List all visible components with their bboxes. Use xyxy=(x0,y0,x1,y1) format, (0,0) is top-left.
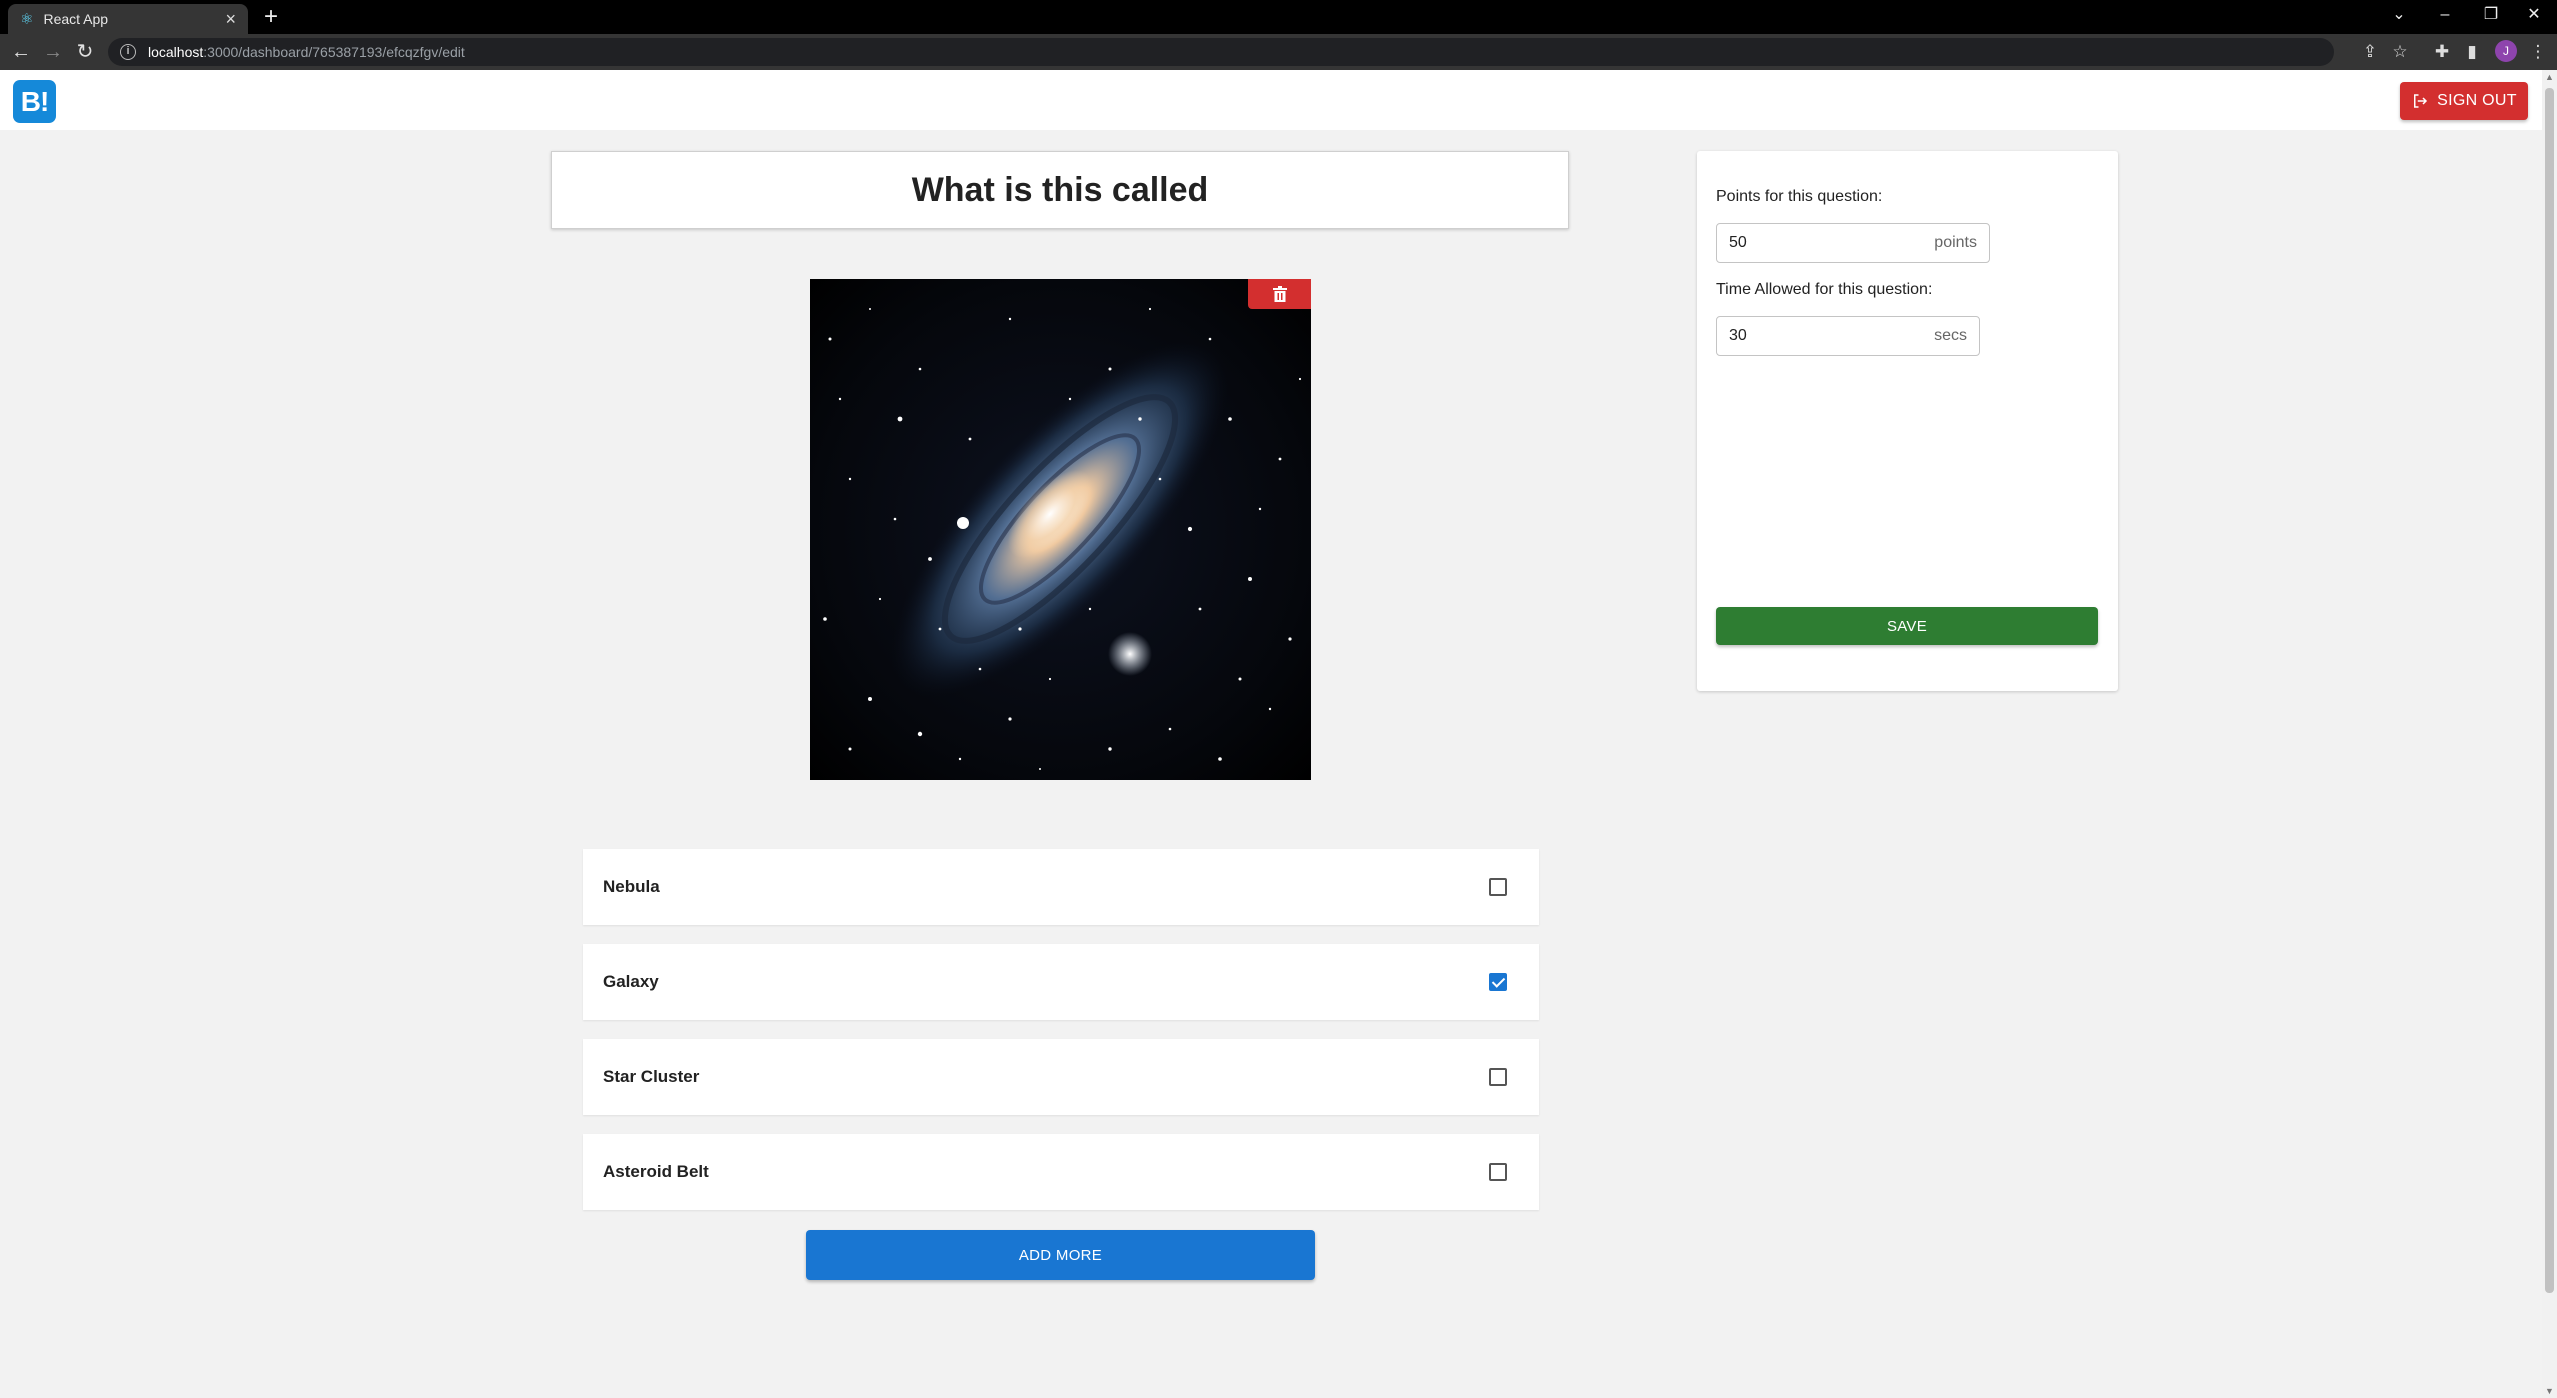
answer-label[interactable]: Galaxy xyxy=(603,944,659,1020)
question-settings-panel: Points for this question: 50 points Time… xyxy=(1697,151,2118,691)
question-image xyxy=(810,279,1311,780)
points-input[interactable]: 50 points xyxy=(1716,223,1990,263)
sign-out-button[interactable]: SIGN OUT xyxy=(2400,82,2528,120)
react-favicon-icon: ⚛ xyxy=(20,11,34,28)
share-icon[interactable]: ⇪ xyxy=(2358,40,2382,64)
trash-icon xyxy=(1272,286,1287,302)
points-value: 50 xyxy=(1729,234,1747,251)
browser-tab[interactable]: ⚛ React App × xyxy=(8,4,248,34)
url-path: :3000/dashboard/765387193/efcqzfgv/edit xyxy=(203,44,465,60)
answer-label[interactable]: Asteroid Belt xyxy=(603,1134,709,1210)
browser-tab-bar: ⚛ React App × + ⌄ – ❐ ✕ xyxy=(0,0,2557,34)
app-logo[interactable]: B! xyxy=(13,80,56,123)
answer-label[interactable]: Star Cluster xyxy=(603,1039,699,1115)
profile-avatar[interactable]: J xyxy=(2495,40,2517,62)
correct-answer-checkbox[interactable] xyxy=(1489,973,1507,991)
answer-option[interactable]: Star Cluster xyxy=(583,1039,1539,1115)
time-unit: secs xyxy=(1934,327,1967,344)
correct-answer-checkbox[interactable] xyxy=(1489,878,1507,896)
tab-search-icon[interactable]: ⌄ xyxy=(2376,0,2422,30)
page-scrollbar[interactable]: ▲ ▼ xyxy=(2542,70,2557,1398)
extensions-icon[interactable]: ✚ xyxy=(2430,40,2454,64)
address-bar[interactable]: i localhost:3000/dashboard/765387193/efc… xyxy=(108,38,2334,66)
correct-answer-checkbox[interactable] xyxy=(1489,1163,1507,1181)
logout-icon xyxy=(2414,94,2428,108)
answer-label[interactable]: Nebula xyxy=(603,849,660,925)
url-host: localhost xyxy=(148,44,204,60)
answer-option[interactable]: Nebula xyxy=(583,849,1539,925)
close-window-icon[interactable]: ✕ xyxy=(2511,0,2557,30)
app-header: B! SIGN OUT xyxy=(0,70,2542,130)
tab-title: React App xyxy=(43,11,109,27)
forward-icon[interactable]: → xyxy=(38,37,68,67)
sign-out-label: SIGN OUT xyxy=(2437,92,2517,109)
restore-icon[interactable]: ❐ xyxy=(2468,0,2514,30)
scrollbar-thumb[interactable] xyxy=(2545,88,2554,1293)
time-label: Time Allowed for this question: xyxy=(1716,281,1933,298)
minimize-icon[interactable]: – xyxy=(2422,0,2468,30)
new-tab-icon[interactable]: + xyxy=(258,4,284,30)
bookmark-star-icon[interactable]: ☆ xyxy=(2388,40,2412,64)
time-value: 30 xyxy=(1729,327,1747,344)
site-info-icon[interactable]: i xyxy=(120,44,136,60)
points-unit: points xyxy=(1934,234,1977,251)
tab-close-icon[interactable]: × xyxy=(225,9,236,30)
browser-menu-icon[interactable]: ⋮ xyxy=(2526,40,2550,64)
browser-toolbar: ← → ↻ i localhost:3000/dashboard/7653871… xyxy=(0,34,2557,70)
answer-option[interactable]: Asteroid Belt xyxy=(583,1134,1539,1210)
correct-answer-checkbox[interactable] xyxy=(1489,1068,1507,1086)
galaxy-image xyxy=(823,307,1302,770)
scroll-down-icon[interactable]: ▼ xyxy=(2542,1384,2557,1398)
delete-image-button[interactable] xyxy=(1248,279,1311,309)
answer-option[interactable]: Galaxy xyxy=(583,944,1539,1020)
points-label: Points for this question: xyxy=(1716,188,1883,205)
add-more-button[interactable]: ADD MORE xyxy=(806,1230,1315,1280)
side-panel-icon[interactable]: ▮ xyxy=(2460,40,2484,64)
scroll-up-icon[interactable]: ▲ xyxy=(2542,70,2557,84)
save-button[interactable]: SAVE xyxy=(1716,607,2098,645)
question-title[interactable]: What is this called xyxy=(551,151,1569,229)
time-input[interactable]: 30 secs xyxy=(1716,316,1980,356)
reload-icon[interactable]: ↻ xyxy=(70,37,100,67)
back-icon[interactable]: ← xyxy=(6,37,36,67)
